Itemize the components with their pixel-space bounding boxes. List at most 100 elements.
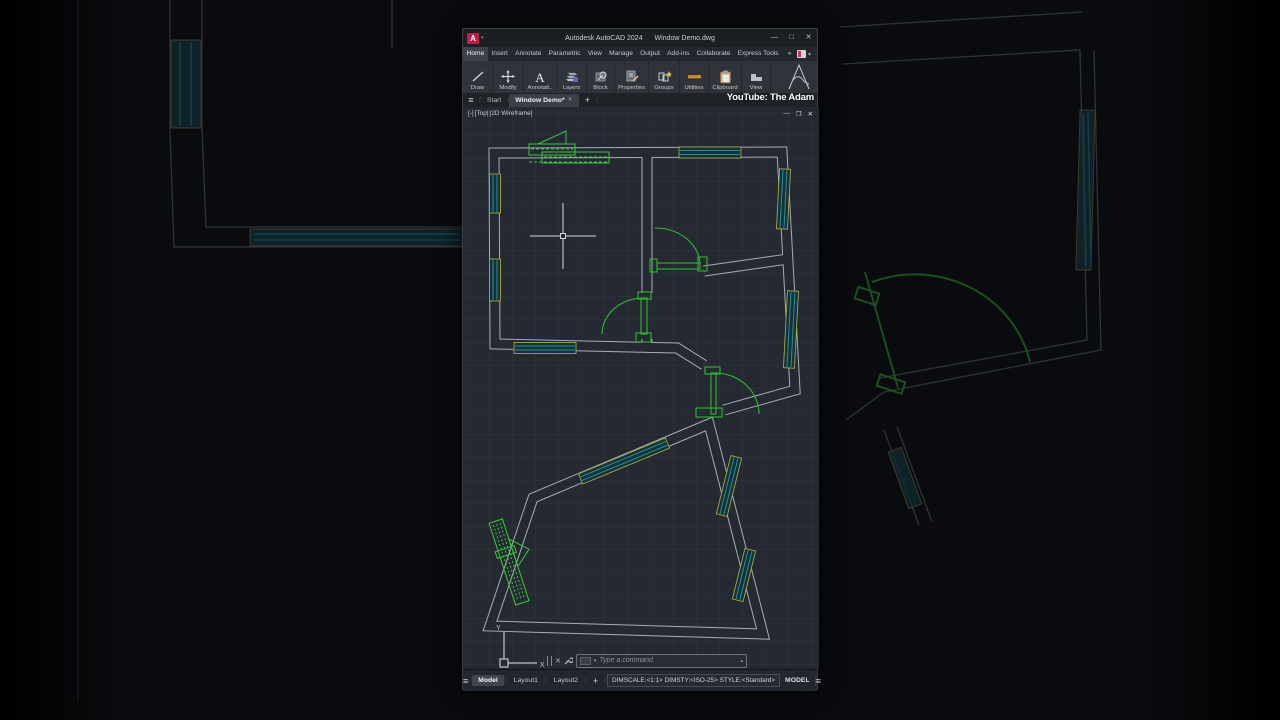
ribbon-panel-view[interactable]: View bbox=[742, 61, 771, 93]
svg-text:A: A bbox=[535, 70, 545, 84]
ribbon-tab-express-tools[interactable]: Express Tools bbox=[734, 47, 782, 61]
model-tab[interactable]: Model bbox=[472, 675, 504, 686]
ribbon-tab-bar: Home Insert Annotate Parametric View Man… bbox=[463, 47, 817, 61]
command-line-bar[interactable]: ✕ ▾ Type a command ▴ bbox=[547, 652, 747, 669]
customize-wrench-icon[interactable] bbox=[564, 652, 574, 670]
block-icon bbox=[594, 69, 608, 84]
autocad-a-logo-icon bbox=[783, 61, 817, 93]
video-frame: A ▾ Autodesk AutoCAD 2024 Window Demo.dw… bbox=[0, 0, 1280, 720]
tab-separator: / bbox=[504, 677, 507, 684]
layout1-tab[interactable]: Layout1 bbox=[508, 675, 544, 686]
document-name: Window Demo.dwg bbox=[654, 34, 715, 42]
ribbon-tab-parametric[interactable]: Parametric bbox=[545, 47, 584, 61]
ribbon-tab-view[interactable]: View bbox=[584, 47, 605, 61]
tab-separator: / bbox=[544, 677, 547, 684]
product-name: Autodesk AutoCAD 2024 bbox=[565, 34, 643, 42]
move-icon bbox=[501, 69, 515, 84]
ucs-icon bbox=[499, 632, 537, 668]
ribbon-panel-modify[interactable]: Modify bbox=[493, 61, 524, 93]
viewport-minimize-icon[interactable]: — bbox=[783, 110, 790, 118]
command-options-caret-icon[interactable]: ▾ bbox=[594, 658, 597, 664]
panel-label: Annotati.. bbox=[527, 85, 553, 91]
file-tab-label: Start bbox=[486, 97, 502, 104]
ribbon-panel-clipboard[interactable]: Clipboard bbox=[709, 61, 742, 93]
command-history-caret-icon[interactable]: ▴ bbox=[740, 658, 743, 664]
drawing-canvas[interactable]: [-][Top][2D Wireframe] — ❐ ✕ Y X bbox=[463, 107, 819, 669]
clipboard-icon bbox=[719, 69, 732, 84]
file-tab-close-icon[interactable]: ✕ bbox=[568, 94, 573, 107]
crosshair-cursor bbox=[530, 203, 596, 269]
panel-label: Layers bbox=[562, 85, 581, 91]
tab-separator: / bbox=[584, 677, 587, 684]
ribbon-tab-annotate[interactable]: Annotate bbox=[511, 47, 545, 61]
new-layout-button[interactable]: + bbox=[588, 676, 603, 686]
viewport-visual-style-control[interactable]: [2D Wireframe] bbox=[490, 110, 533, 117]
panel-label: Groups bbox=[654, 85, 674, 91]
new-drawing-button[interactable]: + bbox=[579, 94, 596, 107]
plan-doors bbox=[601, 227, 760, 418]
viewport-restore-icon[interactable]: ❐ bbox=[796, 110, 802, 118]
ribbon-panel-utilities[interactable]: Utilities bbox=[680, 61, 709, 93]
tab-separator: / bbox=[469, 677, 472, 684]
command-placeholder: Type a command bbox=[599, 657, 653, 664]
groups-icon bbox=[657, 69, 672, 84]
command-prompt-icon bbox=[579, 656, 591, 665]
ribbon-tab-output[interactable]: Output bbox=[637, 47, 664, 61]
workspace-icon[interactable] bbox=[796, 50, 806, 58]
file-tab-label: Window Demo* bbox=[515, 97, 565, 104]
ribbon-overflow-button[interactable]: » bbox=[784, 47, 795, 61]
ribbon-panel-draw[interactable]: Draw bbox=[463, 61, 493, 93]
channel-watermark: YouTube: The Adam bbox=[726, 92, 814, 103]
autocad-window: A ▾ Autodesk AutoCAD 2024 Window Demo.dw… bbox=[462, 28, 821, 691]
file-tab-menu-icon[interactable]: ≡ bbox=[463, 93, 479, 107]
ucs-x-label: X bbox=[540, 662, 545, 669]
layout2-tab[interactable]: Layout2 bbox=[548, 675, 584, 686]
ruler-icon bbox=[687, 69, 702, 84]
panel-label: Properties bbox=[618, 85, 645, 91]
properties-icon bbox=[625, 69, 639, 84]
viewport-view-control[interactable]: [Top] bbox=[475, 110, 489, 117]
ribbon-tab-home[interactable]: Home bbox=[463, 47, 488, 61]
tab-separator: / bbox=[604, 677, 606, 684]
viewport-close-icon[interactable]: ✕ bbox=[808, 110, 813, 118]
panel-label: Block bbox=[593, 85, 608, 91]
ucs-y-label: Y bbox=[496, 625, 501, 632]
ribbon-panel-block[interactable]: Block bbox=[587, 61, 615, 93]
selected-window-lower-left bbox=[488, 518, 530, 606]
command-bar-grip[interactable] bbox=[547, 655, 552, 666]
layers-icon bbox=[564, 69, 579, 84]
viewport-menu-control[interactable]: [-] bbox=[468, 110, 474, 117]
panel-label: View bbox=[749, 85, 763, 91]
ribbon-tab-collaborate[interactable]: Collaborate bbox=[693, 47, 734, 61]
ribbon-panel-row: Draw Modify A Annotati.. Layers Block Pr… bbox=[463, 61, 817, 93]
panel-label: Modify bbox=[499, 85, 517, 91]
file-tab-start[interactable]: Start bbox=[481, 94, 507, 107]
status-bar: ≡ / Model / Layout1 / Layout2 / + / DIMS… bbox=[463, 669, 821, 691]
panel-label: Draw bbox=[470, 85, 485, 91]
panel-label: Clipboard bbox=[712, 85, 738, 91]
viewport-controls: [-][Top][2D Wireframe] bbox=[468, 110, 534, 117]
command-bar-close-icon[interactable]: ✕ bbox=[555, 657, 561, 665]
window-title: Autodesk AutoCAD 2024 Window Demo.dwg bbox=[463, 35, 817, 42]
text-a-icon: A bbox=[533, 69, 547, 84]
view-icon bbox=[749, 69, 764, 84]
ribbon-tab-manage[interactable]: Manage bbox=[606, 47, 637, 61]
ribbon-panel-groups[interactable]: Groups bbox=[649, 61, 680, 93]
ribbon-panel-layers[interactable]: Layers bbox=[557, 61, 587, 93]
ribbon-tab-insert[interactable]: Insert bbox=[488, 47, 512, 61]
ribbon-panel-properties[interactable]: Properties bbox=[615, 61, 649, 93]
ribbon-panel-annotation[interactable]: A Annotati.. bbox=[524, 61, 557, 93]
file-tab-window-demo[interactable]: Window Demo* ✕ bbox=[509, 94, 579, 107]
status-menu-icon[interactable]: ≡ bbox=[463, 676, 468, 686]
title-bar: A ▾ Autodesk AutoCAD 2024 Window Demo.dw… bbox=[463, 29, 817, 47]
ribbon-options-caret-icon[interactable]: ▾ bbox=[808, 51, 811, 58]
command-input[interactable]: ▾ Type a command ▴ bbox=[575, 653, 747, 668]
model-space-toggle[interactable]: MODEL bbox=[780, 675, 815, 686]
customization-menu-icon[interactable]: ≡ bbox=[814, 675, 821, 686]
floor-plan-drawing: Y X bbox=[482, 130, 801, 669]
tab-separator: / bbox=[595, 97, 598, 104]
ribbon-tab-addins[interactable]: Add-ins bbox=[664, 47, 694, 61]
line-icon bbox=[471, 69, 485, 84]
panel-label: Utilities bbox=[684, 85, 704, 91]
annotation-scale-settings[interactable]: DIMSCALE:<1:1> DIMSTY:<ISO-25> STYLE:<St… bbox=[607, 674, 781, 687]
